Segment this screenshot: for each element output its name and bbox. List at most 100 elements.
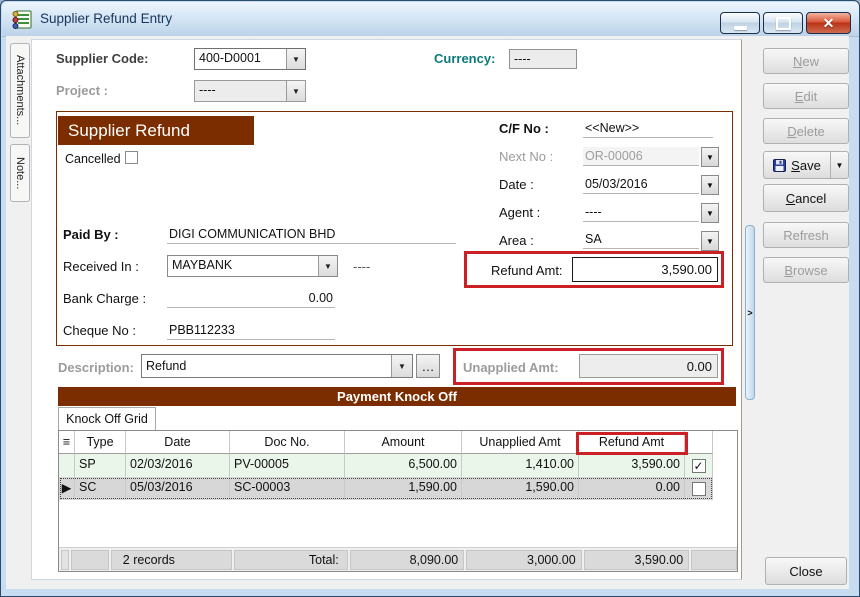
footer-blank-cell: [71, 550, 109, 570]
edit-button-label: Edit: [795, 89, 817, 104]
supplier-code-value: 400-D0001: [195, 49, 286, 69]
attachments-tab[interactable]: Attachments...: [10, 43, 30, 138]
attachments-tab-label: Attachments...: [14, 55, 26, 125]
minimize-icon: [734, 26, 747, 30]
cf-no-label: C/F No :: [499, 121, 549, 136]
currency-label: Currency:: [434, 51, 495, 66]
col-type[interactable]: Type: [75, 431, 126, 454]
date-field[interactable]: 05/03/2016: [583, 175, 699, 194]
save-button-label: Save: [791, 158, 821, 173]
description-label: Description:: [58, 360, 134, 375]
unapplied-amt-value: 0.00: [687, 359, 712, 374]
new-button[interactable]: New: [763, 48, 849, 74]
cell-refund: 0.00: [579, 477, 685, 500]
col-checkbox: [685, 431, 713, 454]
area-field[interactable]: SA: [583, 230, 699, 249]
cancel-button[interactable]: Cancel: [763, 184, 849, 212]
cell-type: SP: [75, 454, 126, 477]
col-amount[interactable]: Amount: [345, 431, 462, 454]
received-in-combo[interactable]: MAYBANK ▼: [167, 255, 338, 277]
maximize-icon: [776, 17, 791, 30]
description-browse-button[interactable]: …: [416, 354, 440, 378]
row-checkbox[interactable]: ✓: [692, 459, 706, 473]
chevron-down-icon: ▼: [706, 153, 714, 162]
supplier-refund-entry-window: Supplier Refund Entry ✕ Attachments... N…: [0, 0, 860, 597]
cell-date: 02/03/2016: [126, 454, 230, 477]
row-checkbox[interactable]: [692, 482, 706, 496]
chevron-down-icon: ▼: [706, 209, 714, 218]
next-no-dropdown-button[interactable]: ▼: [701, 147, 719, 167]
minimize-button[interactable]: [720, 12, 760, 34]
col-unapplied[interactable]: Unapplied Amt: [462, 431, 579, 454]
row-indicator: [59, 454, 75, 477]
table-row[interactable]: SP 02/03/2016 PV-00005 6,500.00 1,410.00…: [59, 454, 713, 477]
supplier-code-label: Supplier Code:: [56, 51, 148, 66]
agent-dropdown-button[interactable]: ▼: [701, 203, 719, 223]
edit-button[interactable]: Edit: [763, 83, 849, 109]
title-bar[interactable]: Supplier Refund Entry ✕: [2, 2, 859, 37]
agent-field[interactable]: ----: [583, 203, 699, 222]
table-row[interactable]: ▶ SC 05/03/2016 SC-00003 1,590.00 1,590.…: [59, 477, 713, 500]
supplier-code-combo[interactable]: 400-D0001 ▼: [194, 48, 306, 70]
received-in-value: MAYBANK: [168, 256, 318, 276]
chevron-down-icon[interactable]: ▼: [318, 256, 337, 276]
area-dropdown-button[interactable]: ▼: [701, 231, 719, 251]
refresh-button[interactable]: Refresh: [763, 222, 849, 248]
paid-by-value: DIGI COMMUNICATION BHD: [169, 227, 335, 241]
knockoff-grid: ≡ Type Date Doc No. Amount Unapplied Amt…: [58, 430, 738, 572]
project-label: Project :: [56, 83, 108, 98]
cell-unapplied: 1,410.00: [462, 454, 579, 477]
unapplied-amt-field: 0.00: [579, 354, 718, 378]
note-tab-label: Note...: [14, 157, 26, 189]
app-icon: [12, 8, 34, 30]
knockoff-grid-tab[interactable]: Knock Off Grid: [58, 407, 156, 430]
currency-value: ----: [514, 52, 531, 66]
cell-type: SC: [75, 477, 126, 500]
date-dropdown-button[interactable]: ▼: [701, 175, 719, 195]
refund-amt-input[interactable]: 3,590.00: [572, 257, 718, 282]
current-row-icon: ▶: [59, 477, 75, 500]
maximize-button[interactable]: [763, 12, 803, 34]
received-in-label: Received In :: [63, 259, 139, 274]
paid-by-field[interactable]: DIGI COMMUNICATION BHD: [167, 225, 456, 244]
description-combo[interactable]: Refund ▼: [141, 354, 413, 378]
chevron-down-icon: ▼: [836, 161, 844, 170]
next-no-field: OR-00006: [583, 147, 699, 166]
cancel-button-label: Cancel: [786, 191, 826, 206]
grid-menu-icon[interactable]: ≡: [59, 431, 75, 454]
bank-charge-field[interactable]: 0.00: [167, 289, 335, 308]
cancelled-label: Cancelled: [65, 152, 121, 166]
cancelled-checkbox[interactable]: [125, 151, 138, 164]
close-window-button[interactable]: ✕: [806, 12, 851, 34]
project-combo[interactable]: ---- ▼: [194, 80, 306, 102]
chevron-down-icon[interactable]: ▼: [286, 49, 305, 69]
delete-button[interactable]: Delete: [763, 118, 849, 144]
expand-arrow-icon: >: [747, 308, 752, 318]
col-doc-no[interactable]: Doc No.: [230, 431, 345, 454]
col-refund[interactable]: Refund Amt: [579, 431, 685, 454]
close-button-label: Close: [789, 564, 822, 579]
chevron-down-icon: ▼: [706, 237, 714, 246]
close-button[interactable]: Close: [765, 557, 847, 585]
chevron-down-icon: ▼: [706, 181, 714, 190]
description-value: Refund: [142, 355, 391, 377]
refresh-button-label: Refresh: [783, 228, 829, 243]
cell-amount: 1,590.00: [345, 477, 462, 500]
bank-charge-value: 0.00: [309, 291, 333, 305]
save-dropdown-button[interactable]: ▼: [830, 152, 848, 178]
save-button[interactable]: Save ▼: [763, 151, 849, 179]
panel-splitter[interactable]: >: [745, 225, 755, 400]
cell-amount: 6,500.00: [345, 454, 462, 477]
note-tab[interactable]: Note...: [10, 144, 30, 202]
footer-indicator-cell: [61, 550, 69, 570]
next-no-value: OR-00006: [585, 149, 643, 163]
cell-unapplied: 1,590.00: [462, 477, 579, 500]
chevron-down-icon[interactable]: ▼: [391, 355, 412, 377]
browse-button[interactable]: Browse: [763, 257, 849, 283]
cheque-no-field[interactable]: PBB112233: [167, 321, 335, 340]
refund-amt-label: Refund Amt:: [491, 263, 563, 278]
col-date[interactable]: Date: [126, 431, 230, 454]
cf-no-field: <<New>>: [583, 119, 713, 138]
delete-button-label: Delete: [787, 124, 825, 139]
next-no-label: Next No :: [499, 149, 553, 164]
